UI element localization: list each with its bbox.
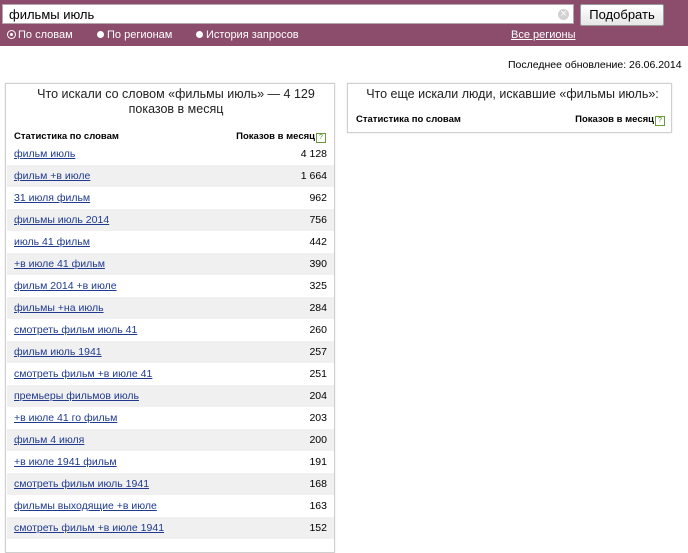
radio-icon: [97, 31, 104, 38]
help-icon[interactable]: ?: [655, 116, 665, 126]
shows-count: 442: [309, 236, 327, 248]
radio-label: История запросов: [206, 29, 299, 41]
shows-count: 284: [309, 302, 327, 314]
query-link[interactable]: +в июле 1941 фильм: [14, 456, 117, 468]
col-header-words: Статистика по словам: [356, 114, 461, 125]
query-link[interactable]: +в июле 41 фильм: [14, 258, 105, 270]
shows-count: 168: [309, 478, 327, 490]
query-link[interactable]: фильмы выходящие +в июле: [14, 500, 157, 512]
shows-count: 257: [309, 346, 327, 358]
radio-icon: [196, 31, 203, 38]
table-row: смотреть фильм июль 41 260: [7, 319, 334, 341]
table-row: премьеры фильмов июль 204: [7, 385, 334, 407]
col-header-shows-label: Показов в месяц: [575, 114, 654, 125]
query-link[interactable]: смотреть фильм июль 1941: [14, 478, 149, 490]
table-row: фильмы +на июль 284: [7, 297, 334, 319]
shows-count: 325: [309, 280, 327, 292]
shows-count: 260: [309, 324, 327, 336]
shows-count: 163: [309, 500, 327, 512]
col-header-shows: Показов в месяц?: [236, 131, 326, 143]
shows-count: 390: [309, 258, 327, 270]
shows-count: 1 664: [300, 170, 327, 182]
shows-count: 200: [309, 434, 327, 446]
help-icon[interactable]: ?: [316, 133, 326, 143]
query-link[interactable]: июль 41 фильм: [14, 236, 90, 248]
shows-count: 962: [309, 192, 327, 204]
query-link[interactable]: фильм 4 июля: [14, 434, 84, 446]
shows-count: 191: [309, 456, 327, 468]
query-link[interactable]: фильмы июль 2014: [14, 214, 109, 226]
radio-label: По регионам: [107, 29, 173, 41]
radio-selected-icon: [8, 31, 15, 38]
query-link[interactable]: фильм 2014 +в июле: [14, 280, 117, 292]
table-row: июль 41 фильм 442: [7, 231, 334, 253]
all-regions-link[interactable]: Все регионы: [511, 29, 576, 41]
submit-button[interactable]: Подобрать: [580, 4, 664, 26]
last-update: Последнее обновление: 26.06.2014: [508, 59, 682, 71]
panel-title: Что искали со словом «фильмы июль» — 4 1…: [37, 87, 315, 116]
table-row: смотреть фильм июль 1941 168: [7, 473, 334, 495]
table-row: фильм 4 июля 200: [7, 429, 334, 451]
shows-count: 251: [309, 368, 327, 380]
col-header-shows: Показов в месяц?: [575, 114, 665, 126]
table-row: 31 июля фильм 962: [7, 187, 334, 209]
radio-history[interactable]: История запросов: [196, 29, 299, 41]
query-link[interactable]: фильм июль: [14, 148, 75, 160]
panel-title: Что еще искали люди, искавшие «фильмы ию…: [366, 87, 659, 101]
query-link[interactable]: фильм +в июле: [14, 170, 90, 182]
query-link[interactable]: +в июле 41 го фильм: [14, 412, 117, 424]
shows-count: 4 128: [300, 148, 327, 160]
query-link[interactable]: фильмы +на июль: [14, 302, 104, 314]
table-row: +в июле 41 го фильм 203: [7, 407, 334, 429]
table-row: смотреть фильм +в июле 41 251: [7, 363, 334, 385]
shows-count: 152: [309, 522, 327, 534]
related-queries-panel: Что еще искали люди, искавшие «фильмы ию…: [347, 83, 672, 133]
query-link[interactable]: смотреть фильм +в июле 1941: [14, 522, 164, 534]
table-row: смотреть фильм +в июле 1941 152: [7, 517, 334, 539]
query-link[interactable]: 31 июля фильм: [14, 192, 90, 204]
table-row: фильм 2014 +в июле 325: [7, 275, 334, 297]
topbar-arrow-tip: [672, 0, 688, 46]
radio-by-regions[interactable]: По регионам: [97, 29, 172, 41]
radio-by-words[interactable]: По словам: [8, 29, 73, 41]
table-row: +в июле 41 фильм 390: [7, 253, 334, 275]
table-row: +в июле 1941 фильм 191: [7, 451, 334, 473]
table-row: фильм июль 1941 257: [7, 341, 334, 363]
search-input[interactable]: фильмы июль: [2, 4, 574, 24]
table-row: фильмы выходящие +в июле 163: [7, 495, 334, 517]
radio-label: По словам: [18, 29, 73, 41]
clear-icon[interactable]: ×: [558, 9, 569, 20]
table-row: фильм +в июле 1 664: [7, 165, 334, 187]
query-link[interactable]: смотреть фильм июль 41: [14, 324, 137, 336]
table-row: фильм июль 4 128: [7, 143, 334, 165]
shows-count: 203: [309, 412, 327, 424]
shows-count: 204: [309, 390, 327, 402]
query-link[interactable]: фильм июль 1941: [14, 346, 102, 358]
shows-count: 756: [309, 214, 327, 226]
col-header-shows-label: Показов в месяц: [236, 131, 315, 142]
stats-table: фильм июль 4 128 фильм +в июле 1 664 31 июля…: [7, 143, 334, 539]
words-stats-panel: Что искали со словом «фильмы июль» — 4 1…: [5, 83, 335, 553]
query-link[interactable]: премьеры фильмов июль: [14, 390, 139, 402]
table-row: фильмы июль 2014 756: [7, 209, 334, 231]
query-link[interactable]: смотреть фильм +в июле 41: [14, 368, 152, 380]
col-header-words: Статистика по словам: [14, 131, 119, 142]
